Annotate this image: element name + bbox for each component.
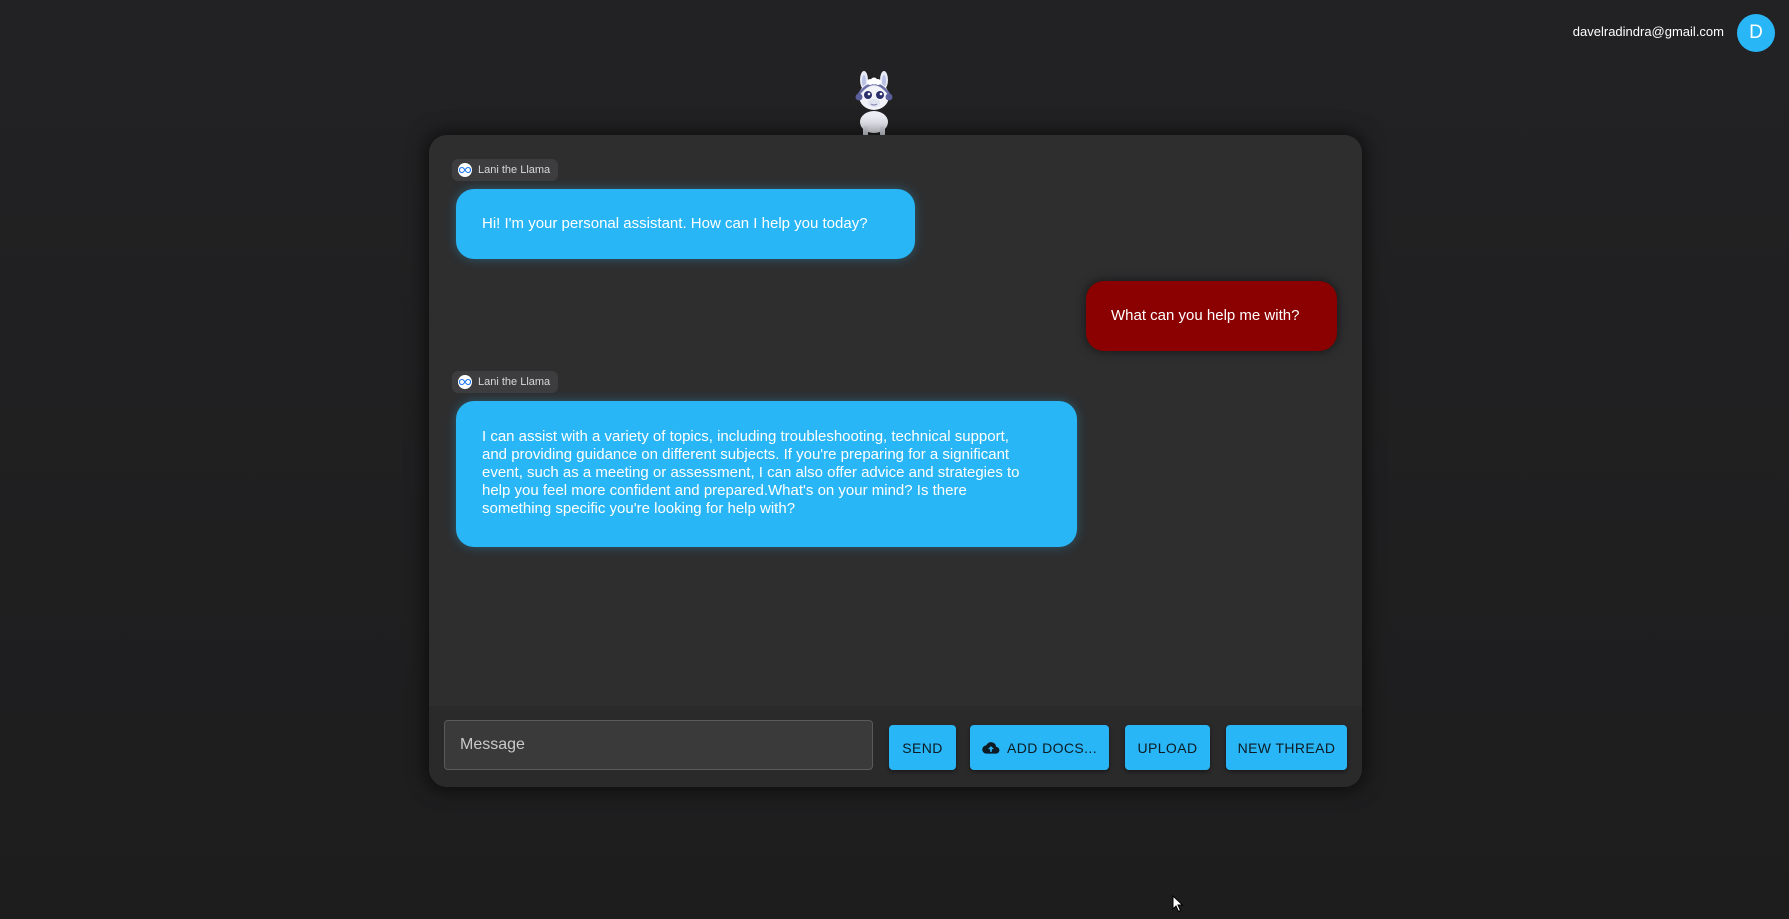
sender-chip: Lani the Llama (452, 371, 559, 393)
user-message-bubble: What can you help me with? (1086, 281, 1337, 351)
add-docs-button[interactable]: ADD DOCS... (970, 725, 1109, 770)
infinity-logo-icon (458, 375, 472, 389)
llama-mascot-icon (855, 71, 893, 136)
mouse-cursor-icon (1172, 895, 1184, 913)
user-avatar[interactable]: D (1737, 14, 1775, 52)
message-text: What can you help me with? (1111, 307, 1300, 324)
user-email: davelradindra@gmail.com (1572, 24, 1724, 39)
message-line: help you feel more confident and prepare… (482, 482, 967, 499)
sender-name: Lani the Llama (478, 376, 551, 388)
add-docs-label: ADD DOCS... (1007, 739, 1097, 756)
message-line: something specific you're looking for he… (482, 500, 796, 517)
message-line: event, such as a meeting or assessment, … (482, 464, 1020, 481)
sender-name: Lani the Llama (478, 164, 551, 176)
message-list[interactable]: Lani the Llama Hi! I'm your personal ass… (429, 135, 1362, 706)
message-line: I can assist with a variety of topics, i… (482, 428, 1009, 445)
bot-message-bubble: Hi! I'm your personal assistant. How can… (456, 189, 915, 259)
app-page: davelradindra@gmail.com D Lani the Llama… (0, 0, 1789, 919)
composer-bar: SEND ADD DOCS... UPLOAD NEW THREAD (429, 706, 1362, 787)
sender-chip: Lani the Llama (452, 159, 559, 181)
bot-message-bubble: I can assist with a variety of topics, i… (456, 401, 1077, 547)
infinity-logo-icon (458, 163, 472, 177)
send-button[interactable]: SEND (889, 725, 956, 770)
message-line: and providing guidance on different subj… (482, 446, 1010, 463)
upload-button[interactable]: UPLOAD (1125, 725, 1210, 770)
cloud-upload-icon (982, 741, 1000, 754)
message-input[interactable] (444, 720, 873, 770)
chat-panel: Lani the Llama Hi! I'm your personal ass… (429, 135, 1362, 787)
message-text: Hi! I'm your personal assistant. How can… (482, 215, 868, 232)
new-thread-button[interactable]: NEW THREAD (1226, 725, 1347, 770)
